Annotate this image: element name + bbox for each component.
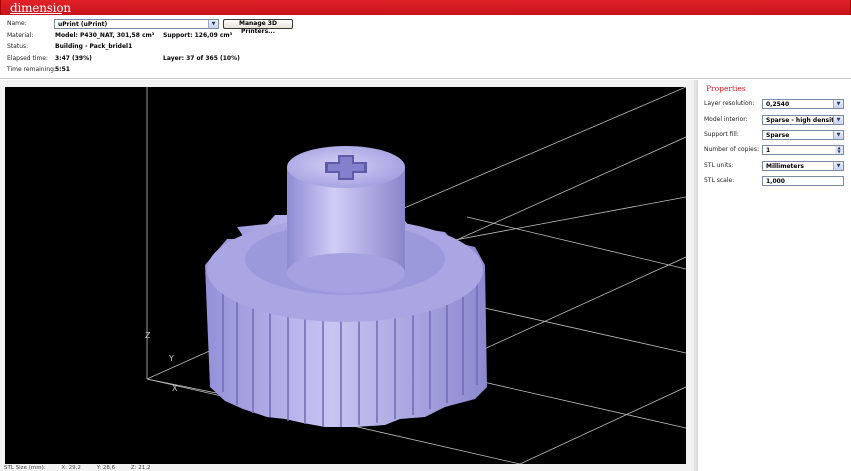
stl-scale-input[interactable]: 1,000	[762, 176, 844, 186]
model-material-value: Model: P430_NAT, 301,58 cm³	[55, 32, 155, 39]
brand-banner: dimension	[0, 0, 851, 15]
chevron-down-icon[interactable]: ▼	[833, 100, 843, 108]
status-label: Status:	[7, 43, 29, 50]
material-label: Material:	[7, 32, 34, 39]
layer-progress-value: Layer: 37 of 365 (10%)	[163, 55, 240, 62]
layer-resolution-value: 0,2540	[766, 101, 790, 108]
support-fill-value: Sparse	[766, 132, 790, 139]
status-value: Building - Pack_bridel1	[55, 43, 133, 50]
elapsed-value: 3:47 (39%)	[55, 55, 92, 62]
stl-scale-label: STL scale:	[704, 177, 735, 184]
axis-x-label: X	[172, 384, 178, 393]
spin-buttons[interactable]: ▲ ▼	[835, 146, 843, 154]
stl-units-value: Millimeters	[766, 163, 804, 170]
support-fill-label: Support fill:	[704, 131, 739, 138]
stl-size-z: Z: 21,2	[130, 465, 151, 471]
stl-size-status: STL Size (mm): X: 29,2 Y: 28,6 Z: 21,2	[4, 465, 151, 471]
model-interior-value: Sparse - high density	[766, 117, 838, 124]
remaining-value: 5:51	[55, 66, 70, 73]
printer-name-select[interactable]: uPrint (uPrint) ▼	[54, 19, 219, 29]
stl-scale-value: 1,000	[766, 178, 785, 185]
stl-size-x: X: 29,2	[61, 465, 81, 471]
printer-name-value: uPrint (uPrint)	[58, 21, 108, 28]
layer-resolution-label: Layer resolution:	[704, 100, 755, 107]
chevron-down-icon[interactable]: ▼	[833, 162, 843, 170]
chevron-down-icon[interactable]: ▼	[833, 116, 843, 124]
copies-stepper[interactable]: 1 ▲ ▼	[762, 145, 844, 155]
properties-title: Properties	[706, 84, 746, 93]
axis-y-label: Y	[168, 354, 174, 363]
stl-units-select[interactable]: Millimeters ▼	[762, 161, 844, 171]
3d-scene: Z Y X	[145, 87, 686, 464]
manage-printers-button[interactable]: Manage 3D Printers...	[223, 19, 293, 35]
elapsed-label: Elapsed time:	[7, 55, 49, 62]
3d-viewport[interactable]: Z Y X	[5, 87, 686, 464]
model-interior-select[interactable]: Sparse - high density ▼	[762, 115, 844, 125]
copies-value: 1	[766, 147, 771, 154]
logo-underline	[10, 13, 62, 14]
name-label: Name:	[7, 20, 27, 27]
stl-size-label: STL Size (mm):	[4, 465, 46, 471]
layer-resolution-select[interactable]: 0,2540 ▼	[762, 99, 844, 109]
support-fill-select[interactable]: Sparse ▼	[762, 130, 844, 140]
chevron-down-icon[interactable]: ▼	[833, 131, 843, 139]
remaining-label: Time remaining:	[7, 66, 56, 73]
support-material-value: Support: 126,09 cm³	[163, 32, 233, 39]
divider	[0, 78, 851, 79]
stl-units-label: STL units:	[704, 162, 734, 169]
chevron-down-icon[interactable]: ▼	[208, 20, 218, 28]
gear-model	[205, 146, 487, 427]
copies-label: Number of copies:	[704, 146, 759, 153]
viewport-frame: Z Y X	[0, 80, 694, 471]
stl-size-y: Y: 28,6	[96, 465, 116, 471]
axis-z-label: Z	[145, 331, 151, 340]
spin-down-icon[interactable]: ▼	[835, 150, 843, 154]
model-interior-label: Model interior:	[704, 116, 748, 123]
